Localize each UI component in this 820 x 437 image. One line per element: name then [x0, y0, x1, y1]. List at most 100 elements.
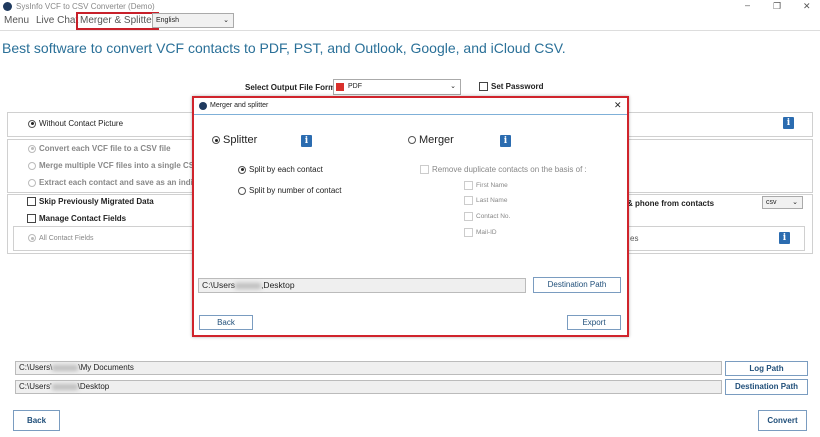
- close-button[interactable]: ✕: [803, 1, 811, 12]
- field-label: First Name: [476, 182, 508, 190]
- last-name-checkbox[interactable]: Last Name: [464, 196, 507, 205]
- radio-icon: [408, 136, 416, 145]
- menu-item-menu[interactable]: Menu: [4, 15, 29, 26]
- language-value: English: [156, 17, 179, 24]
- chevron-down-icon: ⌄: [792, 199, 798, 206]
- headline: Best software to convert VCF contacts to…: [2, 40, 566, 56]
- checkbox-icon: [464, 212, 473, 221]
- restore-button[interactable]: ❐: [773, 1, 781, 12]
- csv-select[interactable]: csv ⌄: [762, 196, 803, 209]
- options-text: es: [630, 234, 639, 243]
- dialog-close-button[interactable]: ✕: [614, 100, 622, 111]
- csv-value: csv: [766, 199, 777, 206]
- chevron-down-icon: ⌄: [450, 83, 456, 90]
- radio-icon: [28, 161, 36, 170]
- radio-icon: [212, 136, 220, 145]
- field-label: Last Name: [476, 197, 508, 205]
- dialog-titlebar: Merger and splitter ✕: [194, 98, 627, 115]
- set-password-label: Set Password: [491, 82, 544, 91]
- all-fields-label: All Contact Fields: [39, 234, 94, 242]
- contact-no-checkbox[interactable]: Contact No.: [464, 212, 510, 221]
- dialog-title: Merger and splitter: [210, 102, 269, 109]
- checkbox-icon: [27, 197, 36, 207]
- without-contact-picture-radio[interactable]: Without Contact Picture: [28, 119, 123, 128]
- path-suffix: \My Documents: [78, 363, 134, 372]
- pdf-icon: [336, 83, 344, 91]
- menu-item-merger-splitter[interactable]: Merger & Splitter: [76, 12, 160, 30]
- window-title: SysInfo VCF to CSV Converter (Demo): [16, 2, 155, 11]
- split-each-contact-radio[interactable]: Split by each contact: [238, 165, 323, 174]
- field-label: Contact No.: [476, 213, 511, 221]
- redacted-username: [51, 383, 78, 390]
- extract-each-radio[interactable]: Extract each contact and save as an indi…: [28, 178, 216, 187]
- radio-icon: [238, 165, 246, 174]
- all-contact-fields-radio[interactable]: All Contact Fields: [28, 234, 93, 242]
- info-icon[interactable]: i: [783, 117, 794, 129]
- merger-info-icon[interactable]: i: [500, 135, 511, 147]
- checkbox-icon: [464, 181, 473, 190]
- convert-button[interactable]: Convert: [758, 410, 807, 431]
- info-icon[interactable]: i: [779, 232, 790, 244]
- radio-label: Extract each contact and save as an indi…: [39, 178, 216, 187]
- checkbox-icon: [420, 165, 429, 175]
- merger-radio[interactable]: Merger: [408, 134, 454, 146]
- output-format-select[interactable]: PDF ⌄: [333, 79, 461, 95]
- without-picture-label: Without Contact Picture: [39, 119, 124, 128]
- divider: [0, 30, 820, 31]
- output-format-value: PDF: [348, 83, 362, 90]
- merge-multiple-radio[interactable]: Merge multiple VCF files into a single C…: [28, 161, 213, 170]
- checkbox-icon: [27, 214, 36, 224]
- radio-icon: [28, 234, 36, 242]
- output-format-label: Select Output File Format:: [245, 83, 346, 92]
- redacted-username: [235, 282, 262, 289]
- dialog-export-button[interactable]: Export: [567, 315, 621, 330]
- radio-icon: [28, 144, 36, 153]
- destination-path-field[interactable]: C:\Users' \Desktop: [15, 380, 722, 394]
- radio-icon: [28, 119, 36, 128]
- minimize-button[interactable]: –: [745, 0, 750, 10]
- manage-fields-checkbox[interactable]: Manage Contact Fields: [27, 214, 127, 224]
- radio-icon: [238, 186, 246, 195]
- split-each-label: Split by each contact: [249, 165, 323, 174]
- redacted-username: [52, 364, 79, 371]
- splitter-info-icon[interactable]: i: [301, 135, 312, 147]
- checkbox-icon: [479, 82, 488, 92]
- dialog-path-field[interactable]: C:\Users ,Desktop: [198, 278, 526, 293]
- field-label: Mail-ID: [476, 229, 497, 237]
- log-path-button[interactable]: Log Path: [725, 361, 808, 376]
- skip-migrated-checkbox[interactable]: Skip Previously Migrated Data: [27, 197, 154, 207]
- convert-each-radio[interactable]: Convert each VCF file to a CSV file: [28, 144, 171, 153]
- menu-item-live-chat[interactable]: Live Chat: [36, 15, 78, 26]
- set-password-checkbox[interactable]: Set Password: [479, 82, 544, 92]
- checkbox-icon: [464, 196, 473, 205]
- first-name-checkbox[interactable]: First Name: [464, 181, 508, 190]
- merger-splitter-dialog: Merger and splitter ✕ Splitter i Merger …: [192, 96, 629, 337]
- app-logo-icon: [3, 2, 12, 11]
- mail-id-checkbox[interactable]: Mail-ID: [464, 228, 497, 237]
- chevron-down-icon: ⌄: [223, 17, 229, 24]
- path-prefix: C:\Users\: [19, 363, 53, 372]
- merger-label: Merger: [419, 134, 454, 146]
- splitter-label: Splitter: [223, 134, 258, 146]
- phone-option-label: & phone from contacts: [627, 199, 715, 208]
- radio-label: Convert each VCF file to a CSV file: [39, 144, 171, 153]
- path-suffix: \Desktop: [77, 382, 110, 391]
- manage-label: Manage Contact Fields: [39, 214, 127, 223]
- dialog-back-button[interactable]: Back: [199, 315, 253, 330]
- path-prefix: C:\Users': [19, 382, 52, 391]
- back-button[interactable]: Back: [13, 410, 60, 431]
- app-logo-icon: [199, 102, 207, 110]
- language-select[interactable]: English ⌄: [152, 13, 234, 28]
- path-suffix: ,Desktop: [261, 280, 295, 290]
- remove-duplicate-checkbox[interactable]: Remove duplicate contacts on the basis o…: [420, 165, 587, 175]
- radio-icon: [28, 178, 36, 187]
- radio-label: Merge multiple VCF files into a single C…: [39, 161, 214, 170]
- destination-path-button[interactable]: Destination Path: [725, 379, 808, 395]
- splitter-radio[interactable]: Splitter: [212, 134, 257, 146]
- remove-duplicate-label: Remove duplicate contacts on the basis o…: [432, 165, 587, 174]
- split-number-label: Split by number of contact: [249, 186, 342, 195]
- split-number-contact-radio[interactable]: Split by number of contact: [238, 186, 342, 195]
- dialog-destination-path-button[interactable]: Destination Path: [533, 277, 621, 293]
- log-path-field[interactable]: C:\Users\ \My Documents: [15, 361, 722, 375]
- path-prefix: C:\Users: [202, 280, 236, 290]
